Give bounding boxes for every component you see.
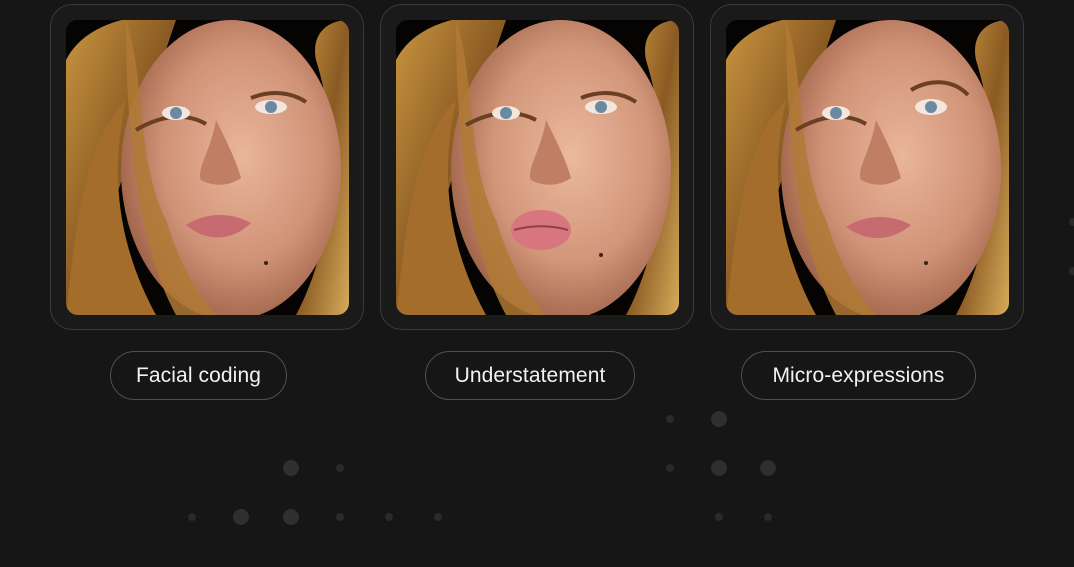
decorative-dot (283, 509, 299, 525)
decorative-dot (715, 513, 723, 521)
portrait-image-pout (396, 20, 679, 315)
decorative-dot (711, 460, 727, 476)
decorative-dot (1069, 218, 1074, 226)
decorative-dot (283, 460, 299, 476)
expression-card-understatement (380, 4, 694, 330)
expression-showcase: Facial coding Understatement Micro-expre… (0, 0, 1074, 567)
expression-card-micro-expressions (710, 4, 1024, 330)
decorative-dot (336, 513, 344, 521)
decorative-dot (1069, 267, 1074, 275)
decorative-dot (666, 464, 674, 472)
decorative-dot (764, 513, 772, 521)
decorative-dot (711, 411, 727, 427)
expression-card-facial-coding (50, 4, 364, 330)
portrait-image-neutral (66, 20, 349, 315)
pill-understatement[interactable]: Understatement (425, 351, 635, 400)
portrait-image-raised-brow (726, 20, 1009, 315)
decorative-dot (336, 464, 344, 472)
decorative-dot (434, 513, 442, 521)
decorative-dot (666, 415, 674, 423)
decorative-dot (760, 460, 776, 476)
decorative-dot (233, 509, 249, 525)
pill-micro-expressions[interactable]: Micro-expressions (741, 351, 976, 400)
pill-facial-coding[interactable]: Facial coding (110, 351, 287, 400)
decorative-dot (188, 513, 196, 521)
decorative-dot (385, 513, 393, 521)
